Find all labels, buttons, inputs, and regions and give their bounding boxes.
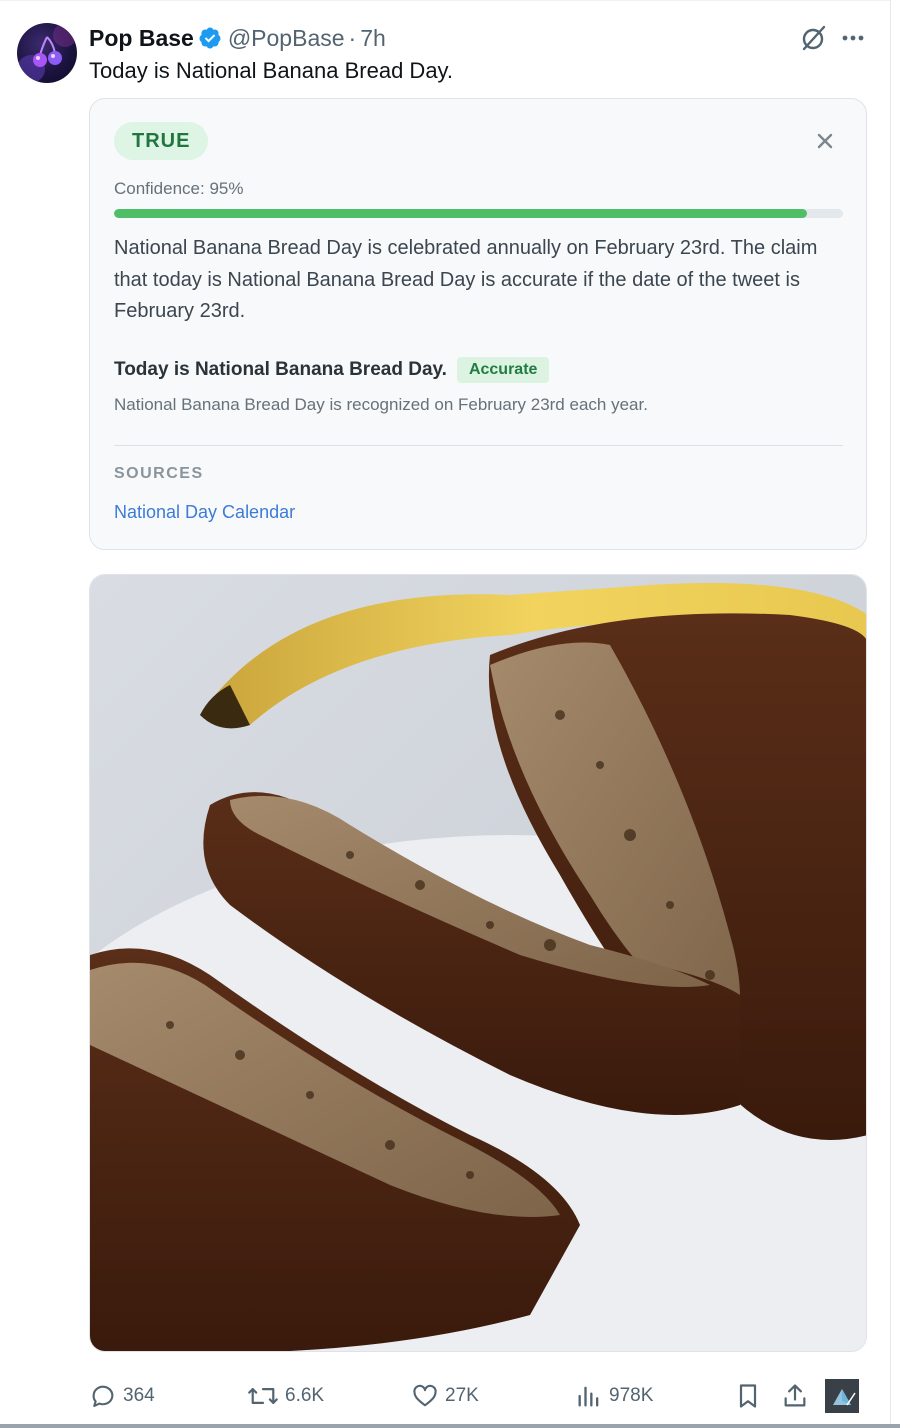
- tweet-text: Today is National Banana Bread Day.: [89, 58, 454, 83]
- reply-icon: [92, 1385, 114, 1407]
- bookmark-icon: [739, 1384, 757, 1408]
- verified-badge-icon: [199, 27, 221, 49]
- fact-check-card: TRUE Confidence: 95% National Banana Bre…: [89, 98, 867, 550]
- action-bar: 364 6.6K 27K 978K: [89, 1376, 867, 1416]
- timestamp[interactable]: 7h: [360, 25, 386, 52]
- share-icon: [784, 1384, 806, 1407]
- share-button[interactable]: [781, 1376, 815, 1416]
- verdict-badge: TRUE: [114, 122, 209, 160]
- author-name[interactable]: Pop Base: [89, 25, 194, 52]
- repost-count: 6.6K: [285, 1385, 325, 1406]
- fact-check-summary: National Banana Bread Day is celebrated …: [114, 237, 818, 322]
- author-handle[interactable]: @PopBase: [228, 25, 345, 52]
- like-count: 27K: [445, 1385, 479, 1406]
- confidence-bar: [114, 209, 843, 218]
- divider: [114, 445, 843, 446]
- grok-extension-button[interactable]: [825, 1376, 865, 1416]
- bookmark-button[interactable]: [734, 1376, 768, 1416]
- extension-icon: [825, 1379, 859, 1413]
- reply-count: 364: [123, 1385, 155, 1406]
- tweet-image-banana-bread[interactable]: [89, 574, 867, 1352]
- like-button[interactable]: 27K: [411, 1376, 479, 1416]
- confidence-bar-fill: [114, 209, 807, 218]
- sources-title: SOURCES: [114, 465, 204, 482]
- views-count: 978K: [609, 1385, 654, 1406]
- grok-icon[interactable]: [799, 24, 827, 52]
- close-icon[interactable]: [814, 130, 836, 152]
- bottom-rule: [0, 1424, 900, 1428]
- repost-button[interactable]: 6.6K: [247, 1376, 324, 1416]
- confidence-label: Confidence: 95%: [114, 179, 244, 198]
- reply-button[interactable]: 364: [89, 1376, 155, 1416]
- tweet-header: Pop Base @PopBase · 7h: [89, 24, 386, 52]
- claim-row: Today is National Banana Bread Day. Accu…: [114, 357, 550, 383]
- claim-text: Today is National Banana Bread Day.: [114, 359, 447, 380]
- accuracy-badge: Accurate: [456, 357, 550, 383]
- repost-icon: [248, 1388, 278, 1404]
- views-icon: [578, 1386, 599, 1407]
- avatar[interactable]: [17, 23, 77, 83]
- more-icon[interactable]: [838, 24, 868, 52]
- source-link[interactable]: National Day Calendar: [114, 502, 295, 523]
- claim-detail: National Banana Bread Day is recognized …: [114, 395, 648, 414]
- like-icon: [413, 1384, 437, 1407]
- views-button[interactable]: 978K: [575, 1376, 653, 1416]
- separator-dot: ·: [348, 24, 357, 51]
